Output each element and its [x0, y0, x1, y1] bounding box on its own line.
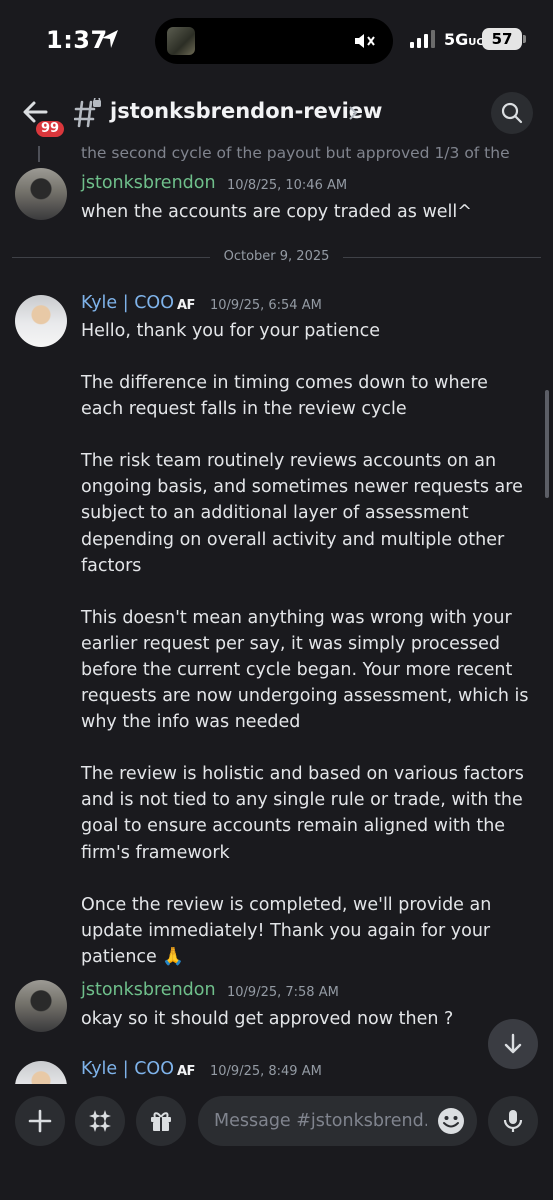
message-author[interactable]: jstonksbrendon	[81, 980, 216, 1000]
signal-icon	[410, 30, 435, 48]
message-text: when the accounts are copy traded as wel…	[81, 202, 472, 222]
dynamic-island[interactable]	[155, 18, 393, 64]
message-timestamp: 10/8/25, 10:46 AM	[227, 178, 348, 193]
search-button[interactable]	[491, 92, 533, 134]
server-tag[interactable]: AF	[177, 1064, 195, 1079]
location-arrow-icon	[102, 30, 118, 48]
message-paragraph: The risk team routinely reviews accounts…	[81, 451, 523, 576]
emoji-icon[interactable]	[437, 1107, 465, 1135]
composer-bar	[0, 1084, 553, 1200]
date-divider: October 9, 2025	[12, 247, 541, 267]
plus-icon	[28, 1109, 52, 1133]
channel-header: 99 jstonksbrendon-review	[0, 84, 553, 146]
battery-tip	[523, 35, 526, 43]
message-paragraph: Hello, thank you for your patience	[81, 321, 381, 341]
message-author[interactable]: Kyle | COO	[81, 1059, 174, 1079]
message-paragraph: This doesn't mean anything was wrong wit…	[81, 607, 529, 733]
avatar[interactable]	[15, 980, 67, 1032]
battery-indicator: 57	[482, 28, 522, 50]
reply-preview[interactable]: the second cycle of the payout but appro…	[81, 146, 511, 162]
media-thumbnail	[167, 27, 195, 55]
app-root: 1:37 5GUC 57 99 jstonksbrendon-review th…	[0, 0, 553, 1200]
gift-button[interactable]	[136, 1096, 186, 1146]
chevron-right-icon[interactable]	[347, 104, 359, 122]
message-paragraph: Once the review is completed, we'll prov…	[81, 894, 492, 967]
microphone-icon	[503, 1110, 523, 1132]
message-text: Hello, thank you for your patience The d…	[81, 318, 531, 970]
message-author[interactable]: jstonksbrendon	[81, 173, 216, 193]
apps-button[interactable]	[75, 1096, 125, 1146]
message-timestamp: 10/9/25, 8:49 AM	[210, 1064, 322, 1079]
message-list[interactable]: the second cycle of the payout but appro…	[0, 146, 553, 1084]
arrow-down-icon	[504, 1033, 522, 1054]
message-input[interactable]	[198, 1096, 477, 1146]
avatar[interactable]	[15, 168, 67, 220]
server-tag[interactable]: AF	[177, 298, 195, 313]
message-timestamp: 10/9/25, 7:58 AM	[227, 985, 339, 1000]
scrollbar[interactable]	[545, 390, 549, 498]
message-author[interactable]: Kyle | COO	[81, 293, 174, 313]
attach-button[interactable]	[15, 1096, 65, 1146]
gift-icon	[151, 1112, 171, 1131]
locked-channel-icon	[74, 98, 101, 128]
message-paragraph: The review is holistic and based on vari…	[81, 764, 524, 863]
search-icon	[501, 102, 523, 124]
voice-message-button[interactable]	[488, 1096, 538, 1146]
message-timestamp: 10/9/25, 6:54 AM	[210, 298, 322, 313]
message-text: okay so it should get approved now then …	[81, 1009, 454, 1029]
network-type: 5GUC	[444, 30, 484, 49]
mute-icon	[355, 34, 375, 48]
divider-line	[343, 257, 541, 258]
channel-title[interactable]: jstonksbrendon-review	[110, 99, 382, 123]
reply-connector	[38, 146, 40, 162]
avatar[interactable]	[15, 295, 67, 347]
avatar[interactable]	[15, 1061, 67, 1084]
message-paragraph: The difference in timing comes down to w…	[81, 373, 488, 420]
sparkle-apps-icon	[89, 1110, 111, 1132]
jump-to-present-button[interactable]	[488, 1019, 538, 1069]
status-time: 1:37	[46, 26, 108, 54]
status-bar: 1:37 5GUC 57	[0, 0, 553, 84]
unread-badge: 99	[33, 118, 67, 140]
